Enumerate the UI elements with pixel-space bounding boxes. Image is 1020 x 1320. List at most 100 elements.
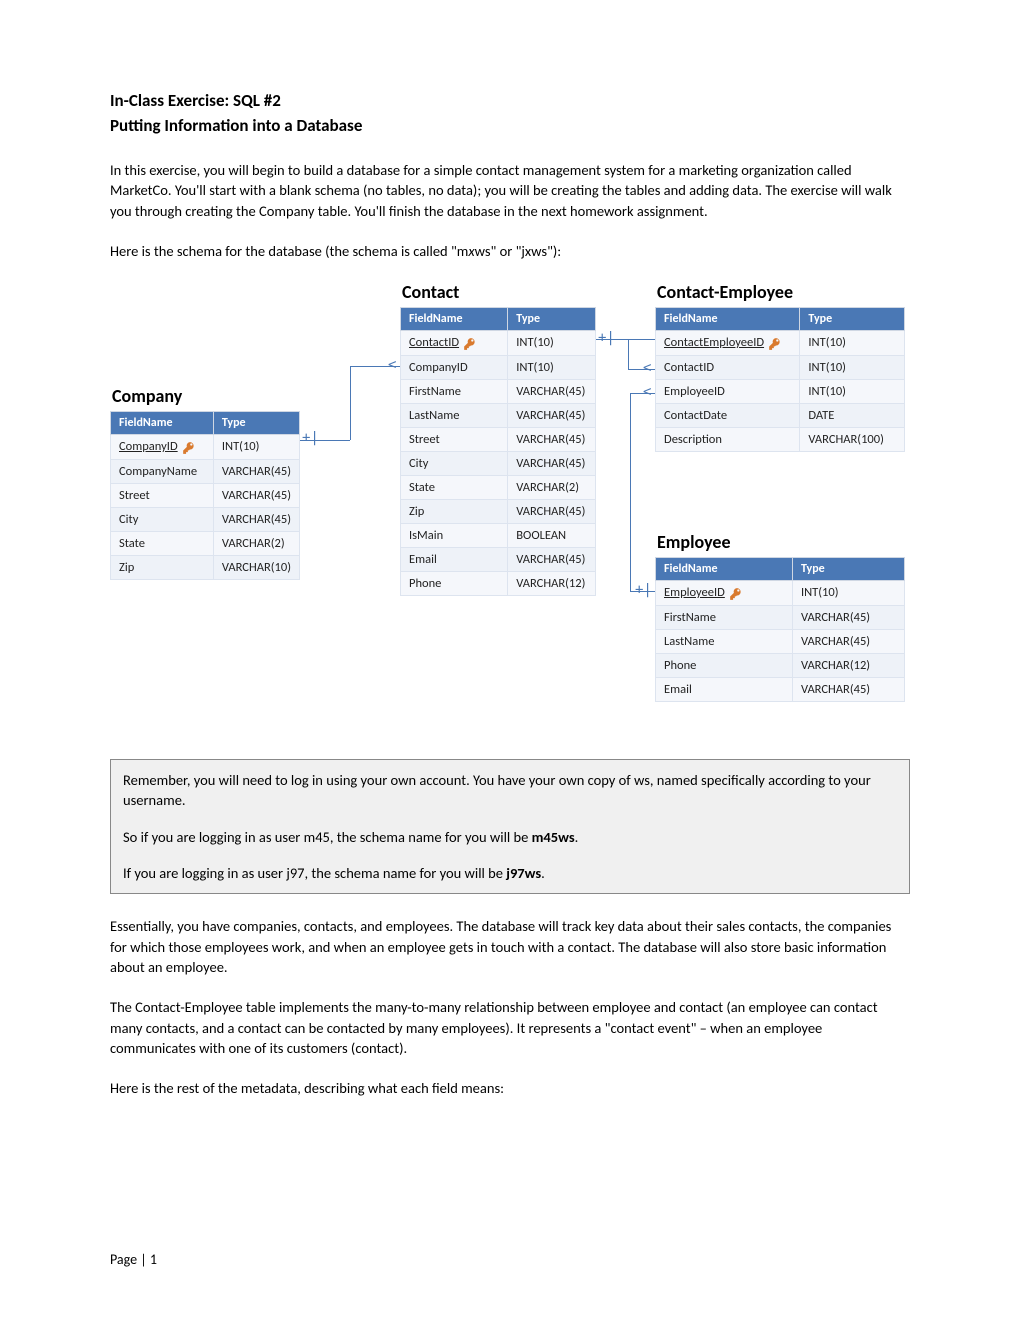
field-name-cell: IsMain [401, 523, 508, 547]
note-text: Remember, you will need to log in using … [123, 770, 897, 811]
table-row: StateVARCHAR(2) [111, 531, 300, 555]
table-row: CompanyIDINT(10) [401, 355, 596, 379]
field-name-cell: State [401, 475, 508, 499]
table-row: CityVARCHAR(45) [111, 507, 300, 531]
field-name-cell: Street [401, 427, 508, 451]
schema-lead: Here is the schema for the database (the… [110, 241, 910, 261]
field-name-cell: ContactEmployeeID [656, 331, 800, 356]
text: ws" or "jxws"): [475, 242, 562, 260]
field-name-cell: ContactDate [656, 403, 800, 427]
field-name-cell: State [111, 531, 214, 555]
key-icon [768, 336, 782, 351]
field-type-cell: VARCHAR(45) [508, 451, 596, 475]
table-row: EmailVARCHAR(45) [656, 677, 905, 701]
entity-company: Company FieldNameType CompanyIDINT(10)Co… [110, 385, 300, 580]
entity-contact: Contact FieldNameType ContactIDINT(10)Co… [400, 281, 596, 596]
field-type-cell: BOOLEAN [508, 523, 596, 547]
page-subtitle: Putting Information into a Database [110, 115, 910, 136]
body-paragraph: Here is the rest of the metadata, descri… [110, 1078, 910, 1098]
entity-employee: Employee FieldNameType EmployeeIDINT(10)… [655, 531, 905, 702]
table-row: ContactEmployeeIDINT(10) [656, 331, 905, 356]
entity-title: Contact-Employee [657, 281, 905, 303]
text: Here is the schema for the database (the… [110, 242, 468, 260]
field-type-cell: INT(10) [508, 331, 596, 356]
field-type-cell: VARCHAR(45) [213, 483, 299, 507]
field-type-cell: VARCHAR(45) [213, 507, 299, 531]
table-row: StreetVARCHAR(45) [401, 427, 596, 451]
th-type: Type [508, 308, 596, 331]
field-type-cell: VARCHAR(45) [508, 403, 596, 427]
th-fieldname: FieldName [656, 558, 793, 581]
crows-foot-icon: +| [302, 431, 319, 445]
table-row: EmployeeIDINT(10) [656, 581, 905, 606]
field-name-cell: City [401, 451, 508, 475]
th-type: Type [800, 308, 905, 331]
table-row: FirstNameVARCHAR(45) [401, 379, 596, 403]
field-name-cell: LastName [401, 403, 508, 427]
field-name-cell: CompanyID [111, 435, 214, 460]
field-name-cell: FirstName [401, 379, 508, 403]
key-icon [729, 586, 743, 601]
field-type-cell: VARCHAR(45) [792, 677, 904, 701]
crows-foot-icon: +| [598, 331, 615, 345]
table-row: EmployeeIDINT(10) [656, 379, 905, 403]
field-name-cell: Email [656, 677, 793, 701]
key-icon [182, 440, 196, 455]
note-text: So if you are logging in as user m45, th… [123, 827, 897, 847]
th-fieldname: FieldName [111, 412, 214, 435]
key-icon [463, 336, 477, 351]
field-name-cell: Street [111, 483, 214, 507]
info-callout: Remember, you will need to log in using … [110, 759, 910, 894]
field-name-cell: FirstName [656, 605, 793, 629]
field-name-cell: City [111, 507, 214, 531]
page-footer: Page | 1 [110, 1251, 157, 1268]
field-name-cell: CompanyName [111, 459, 214, 483]
entity-contact-employee: Contact-Employee FieldNameType ContactEm… [655, 281, 905, 452]
field-name-cell: EmployeeID [656, 379, 800, 403]
crows-foot-icon: +| [635, 583, 652, 597]
table-row: EmailVARCHAR(45) [401, 547, 596, 571]
field-type-cell: VARCHAR(45) [508, 547, 596, 571]
field-type-cell: DATE [800, 403, 905, 427]
entity-table: FieldNameType ContactIDINT(10)CompanyIDI… [400, 307, 596, 596]
field-name-cell: CompanyID [401, 355, 508, 379]
field-type-cell: VARCHAR(45) [508, 427, 596, 451]
connector-line [628, 339, 629, 369]
field-type-cell: VARCHAR(45) [508, 499, 596, 523]
field-name-cell: Zip [401, 499, 508, 523]
table-row: FirstNameVARCHAR(45) [656, 605, 905, 629]
field-type-cell: INT(10) [508, 355, 596, 379]
entity-title: Contact [402, 281, 596, 303]
table-row: ZipVARCHAR(10) [111, 555, 300, 579]
entity-table: FieldNameType EmployeeIDINT(10)FirstName… [655, 557, 905, 702]
field-type-cell: INT(10) [213, 435, 299, 460]
table-row: ContactIDINT(10) [656, 355, 905, 379]
table-row: StateVARCHAR(2) [401, 475, 596, 499]
table-row: ContactIDINT(10) [401, 331, 596, 356]
connector-line [350, 366, 351, 440]
page-title: In-Class Exercise: SQL #2 [110, 90, 910, 111]
entity-table: FieldNameType CompanyIDINT(10)CompanyNam… [110, 411, 300, 580]
field-type-cell: INT(10) [792, 581, 904, 606]
field-name-cell: LastName [656, 629, 793, 653]
er-diagram: Company FieldNameType CompanyIDINT(10)Co… [110, 281, 910, 731]
table-row: LastNameVARCHAR(45) [401, 403, 596, 427]
field-type-cell: INT(10) [800, 331, 905, 356]
crows-foot-icon: < [388, 358, 396, 372]
field-type-cell: INT(10) [800, 355, 905, 379]
field-type-cell: VARCHAR(12) [508, 571, 596, 595]
crows-foot-icon: < [643, 361, 651, 375]
table-row: CompanyNameVARCHAR(45) [111, 459, 300, 483]
th-type: Type [792, 558, 904, 581]
field-name-cell: Phone [656, 653, 793, 677]
note-text: If you are logging in as user j97, the s… [123, 863, 897, 883]
field-type-cell: VARCHAR(45) [508, 379, 596, 403]
field-type-cell: VARCHAR(45) [792, 629, 904, 653]
body-paragraph: The Contact-Employee table implements th… [110, 997, 910, 1058]
table-row: PhoneVARCHAR(12) [656, 653, 905, 677]
table-row: StreetVARCHAR(45) [111, 483, 300, 507]
field-type-cell: INT(10) [800, 379, 905, 403]
body-paragraph: Essentially, you have companies, contact… [110, 916, 910, 977]
field-type-cell: VARCHAR(45) [213, 459, 299, 483]
th-fieldname: FieldName [401, 308, 508, 331]
